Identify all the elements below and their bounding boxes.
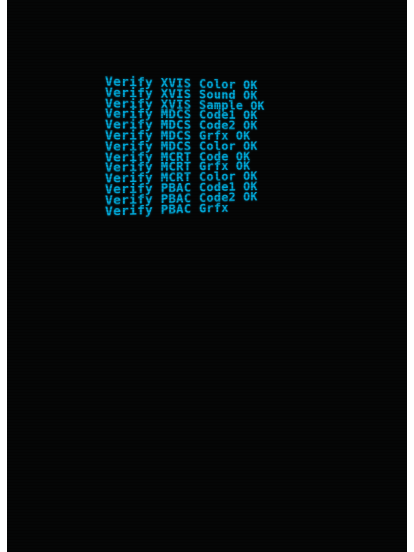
boot-verify-log: Verify XVIS Color OK Verify XVIS Sound O… (105, 75, 318, 219)
log-line-pbac-grfx: Verify PBAC Grfx (105, 201, 229, 219)
crt-screen: Verify XVIS Color OK Verify XVIS Sound O… (7, 0, 407, 552)
